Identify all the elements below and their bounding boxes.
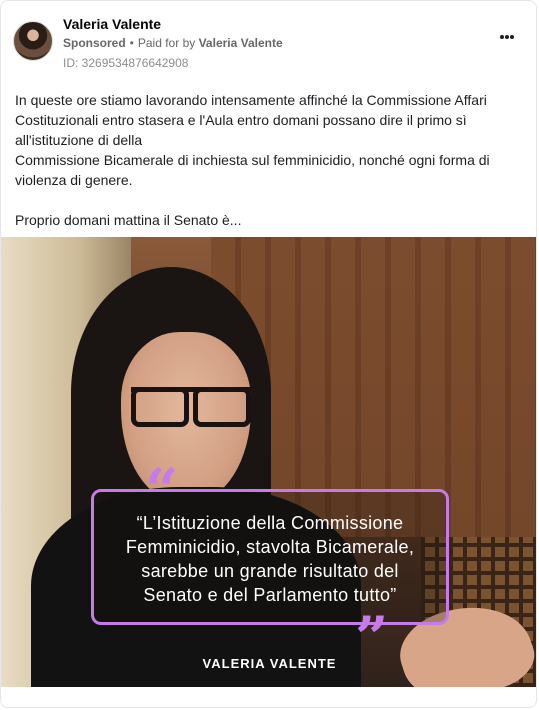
body-line: In queste ore stiamo lavorando intensame… [15, 92, 487, 108]
more-options-icon[interactable] [500, 29, 514, 45]
paid-for-name[interactable]: Valeria Valente [199, 36, 283, 50]
glasses [131, 387, 251, 427]
post-header: Valeria Valente Sponsored • Paid for by Va… [13, 13, 524, 73]
quote-line: sarebbe un grande risultato del [141, 561, 399, 581]
paid-for-prefix: Paid for by [137, 36, 196, 50]
sponsor-line: Sponsored • Paid for by Valeria Valente [63, 36, 283, 50]
body-line: Costituzionali entro stasera e l'Aula en… [15, 112, 467, 128]
dot [500, 35, 504, 39]
quote-signature: VALERIA VALENTE [202, 656, 337, 671]
dot [505, 35, 509, 39]
quote-line: “L’Istituzione della Commissione [136, 513, 404, 533]
ad-card: Valeria Valente Sponsored • Paid for by Va… [0, 0, 537, 708]
ad-id: ID: 3269534876642908 [63, 56, 189, 70]
quote-line: Senato e del Parlamento tutto” [143, 585, 397, 605]
ad-image[interactable]: “ ” “L’Istituzione della Commissione Fem… [1, 237, 536, 687]
author-name[interactable]: Valeria Valente [63, 16, 161, 32]
quote-line: Femminicidio, stavolta Bicamerale, [125, 537, 415, 557]
body-line: all'istituzione di della [15, 132, 143, 148]
body-truncated[interactable]: Proprio domani mattina il Senato è... [15, 210, 520, 230]
separator-dot: • [129, 36, 134, 50]
body-line: violenza di genere. [15, 172, 133, 188]
post-body: In queste ore stiamo lavorando intensame… [15, 90, 520, 230]
dot [510, 35, 514, 39]
sponsored-label: Sponsored [63, 36, 126, 50]
body-line: Commissione Bicamerale di inchiesta sul … [15, 152, 490, 168]
quote-text: “L’Istituzione della Commissione Femmini… [93, 511, 447, 607]
avatar[interactable] [13, 21, 53, 61]
